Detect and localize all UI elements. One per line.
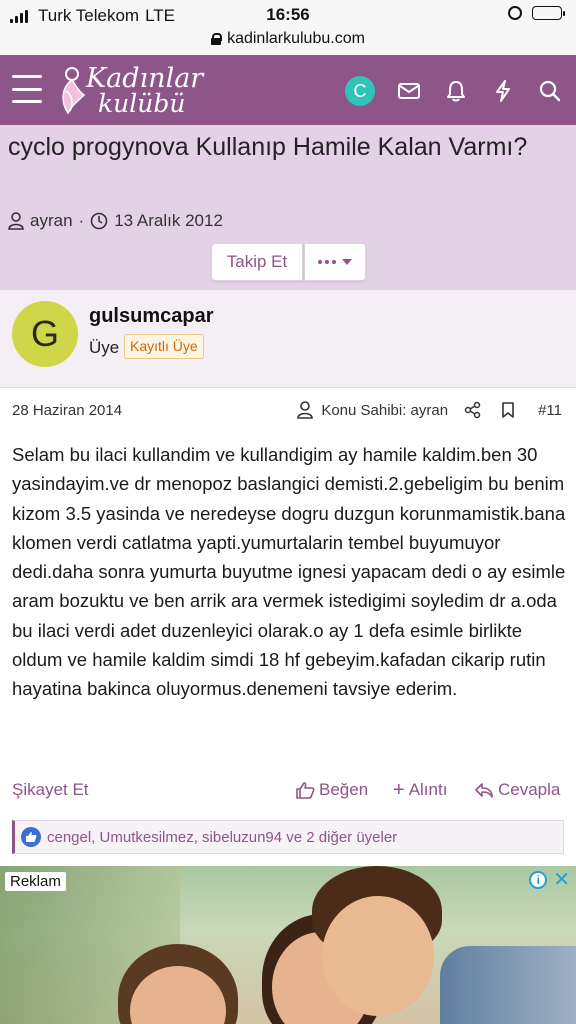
thread-date[interactable]: 13 Aralık 2012 <box>114 211 223 231</box>
post-actions: Şikayet Et Beğen + Alıntı Cevapla <box>12 780 564 804</box>
bolt-icon[interactable] <box>489 77 517 105</box>
user-role: Üye <box>89 338 120 357</box>
ad-banner[interactable] <box>0 866 576 1024</box>
logo-figure-icon <box>62 67 86 115</box>
thread-title: cyclo progynova Kullanıp Hamile Kalan Va… <box>8 133 528 161</box>
post-date[interactable]: 28 Haziran 2014 <box>12 402 122 419</box>
address-bar[interactable]: kadinlarkulubu.com <box>0 24 576 54</box>
bell-icon[interactable] <box>442 77 470 105</box>
search-icon[interactable] <box>536 77 564 105</box>
like-button[interactable]: Beğen <box>295 780 368 800</box>
share-icon[interactable] <box>464 401 482 419</box>
ad-label: Reklam <box>5 872 66 891</box>
report-label: Şikayet Et <box>12 780 89 799</box>
site-logo[interactable]: Kadınlar kulübü <box>58 63 208 119</box>
lock-icon <box>211 33 223 45</box>
user-avatar[interactable]: G <box>12 301 78 367</box>
thread-author[interactable]: ayran <box>30 211 73 231</box>
thumbs-up-icon <box>296 782 315 799</box>
post-meta-right: Konu Sahibi: ayran #11 <box>297 401 562 419</box>
post-body: Selam bu ilaci kullandim ve kullandigim … <box>12 444 566 700</box>
user-icon <box>297 401 314 419</box>
reply-icon <box>475 783 493 798</box>
battery-icon <box>532 6 565 20</box>
menu-icon[interactable] <box>12 75 42 103</box>
like-label: Beğen <box>319 780 369 799</box>
reply-label: Cevapla <box>498 780 561 799</box>
clock: 16:56 <box>266 5 310 24</box>
username[interactable]: gulsumcapar <box>89 305 213 328</box>
clock-icon <box>90 212 108 230</box>
url-text: kadinlarkulubu.com <box>227 30 365 47</box>
post-number[interactable]: #11 <box>538 402 562 419</box>
likes-text: cengel, Umutkesilmez, sibeluzun94 ve 2 d… <box>47 828 398 846</box>
plus-icon: + <box>393 779 405 801</box>
bookmark-icon[interactable] <box>500 401 516 419</box>
ad-controls: i ✕ <box>529 870 570 890</box>
thread-meta: ayran · 13 Aralık 2012 <box>8 211 223 231</box>
more-options-button[interactable] <box>304 243 366 281</box>
chevron-down-icon <box>342 259 352 265</box>
report-button[interactable]: Şikayet Et <box>12 780 89 800</box>
logo-text-line2: kulübü <box>98 89 186 118</box>
post-user-block <box>0 290 576 388</box>
follow-button[interactable]: Takip Et <box>211 243 303 281</box>
quote-label: Alıntı <box>408 780 448 799</box>
user-icon <box>8 212 24 230</box>
alarm-icon <box>508 6 522 20</box>
close-icon[interactable]: ✕ <box>553 870 570 890</box>
meta-separator: · <box>78 211 85 230</box>
likes-bar[interactable]: cengel, Umutkesilmez, sibeluzun94 ve 2 d… <box>12 820 564 854</box>
like-reaction-icon <box>21 827 41 847</box>
envelope-icon[interactable] <box>395 77 423 105</box>
ad-info-icon[interactable]: i <box>529 871 548 889</box>
account-avatar[interactable]: C <box>345 76 375 106</box>
reply-button[interactable]: Cevapla <box>474 780 560 800</box>
thread-owner-label: Konu Sahibi: ayran <box>321 401 449 419</box>
quote-button[interactable]: + Alıntı <box>393 780 447 800</box>
user-badge: Kayıtlı Üye <box>124 334 204 359</box>
